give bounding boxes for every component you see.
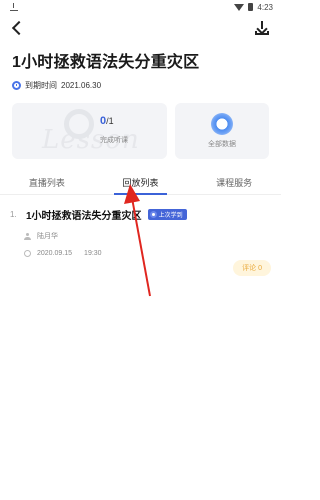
user-icon xyxy=(24,232,31,240)
tab-course-service[interactable]: 课程服务 xyxy=(187,171,281,194)
all-data-label: 全部数据 xyxy=(208,141,236,148)
summary-cards: Lesson 0/1 完成听课 全部数据 xyxy=(0,91,281,159)
page-title: 1小时拯救语法失分重灾区 xyxy=(12,54,200,71)
clock-icon xyxy=(24,250,31,257)
teacher-name: 陆月华 xyxy=(37,233,58,240)
progress-count: 0/1 xyxy=(100,115,114,127)
lesson-index: 1. xyxy=(10,210,17,219)
annotation-arrow-shaft xyxy=(131,197,151,297)
all-data-card[interactable]: 全部数据 xyxy=(175,103,269,159)
pie-chart-icon xyxy=(211,113,233,135)
tab-live-list[interactable]: 直播列表 xyxy=(0,171,94,194)
deadline-label: 到期时间 xyxy=(25,81,57,90)
battery-icon xyxy=(248,3,254,11)
progress-ring xyxy=(64,109,94,139)
status-bar: 4:23 xyxy=(0,0,281,14)
lesson-date: 2020.09.15 xyxy=(37,250,73,257)
clock-icon xyxy=(12,81,21,90)
status-time: 4:23 xyxy=(257,2,273,12)
back-icon[interactable] xyxy=(11,20,27,36)
lesson-time: 19:30 xyxy=(84,250,102,257)
deadline-date: 2021.06.30 xyxy=(61,81,102,90)
download-notification-icon xyxy=(10,3,18,11)
badge-label: 上次学到 xyxy=(158,213,183,219)
status-left xyxy=(10,3,18,11)
deadline: 到期时间 2021.06.30 xyxy=(0,72,281,91)
annotation-arrow-head xyxy=(124,184,140,204)
comment-button[interactable]: 评论 0 xyxy=(233,260,271,276)
progress-total: /1 xyxy=(106,116,114,126)
progress-card[interactable]: Lesson 0/1 完成听课 xyxy=(12,103,167,159)
wifi-icon xyxy=(234,3,245,11)
annotation-arrow xyxy=(124,184,151,297)
progress-label: 完成听课 xyxy=(100,137,128,144)
status-right: 4:23 xyxy=(234,3,273,12)
download-icon[interactable] xyxy=(255,21,269,35)
header xyxy=(0,14,281,42)
